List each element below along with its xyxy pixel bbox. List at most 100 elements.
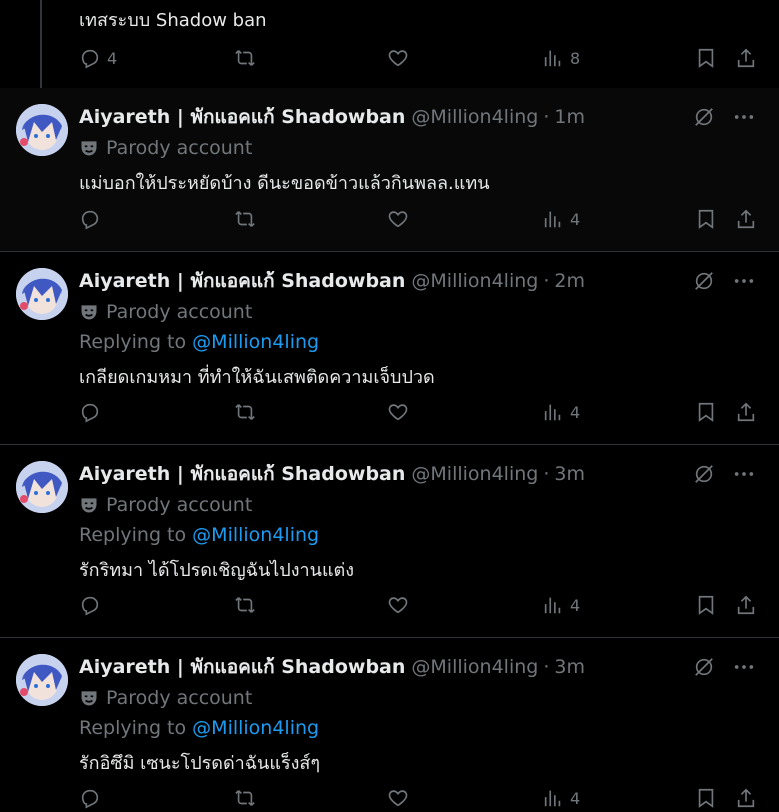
share-button[interactable]: [735, 594, 757, 616]
action-bar: 4: [0, 787, 779, 812]
display-name[interactable]: Aiyareth | พักแอคแก้ Shadowban: [79, 652, 405, 682]
more-button[interactable]: [731, 268, 757, 294]
parody-label: Parody account: [79, 136, 252, 160]
tweet[interactable]: Aiyareth | พักแอคแก้ Shadowban @Million4…: [0, 638, 779, 812]
more-button[interactable]: [731, 461, 757, 487]
reply-count: 4: [107, 48, 118, 68]
bookmark-button[interactable]: [695, 47, 717, 69]
parody-label: Parody account: [79, 493, 252, 517]
handle[interactable]: @Million4ling: [411, 656, 538, 678]
views-button[interactable]: 4: [542, 401, 580, 423]
tweet[interactable]: Aiyareth | พักแอคแก้ Shadowban @Million4…: [0, 445, 779, 638]
reply-button[interactable]: [79, 787, 101, 809]
separator-dot: ·: [543, 463, 550, 485]
like-button[interactable]: [387, 401, 409, 423]
bookmark-button[interactable]: [695, 594, 717, 616]
mention-link[interactable]: @Million4ling: [192, 524, 319, 546]
repost-button[interactable]: [233, 47, 257, 69]
parody-text: Parody account: [106, 301, 253, 323]
display-name[interactable]: Aiyareth | พักแอคแก้ Shadowban: [79, 266, 405, 296]
timestamp[interactable]: 1m: [554, 106, 585, 128]
more-button[interactable]: [731, 654, 757, 680]
grok-icon: [695, 658, 713, 676]
repost-button[interactable]: [233, 594, 257, 616]
more-icon: [734, 472, 754, 476]
tweet[interactable]: Aiyareth | พักแอคแก้ Shadowban @Million4…: [0, 252, 779, 445]
repost-icon: [235, 50, 255, 66]
views-count: 4: [570, 209, 581, 229]
like-button[interactable]: [387, 47, 409, 69]
tweet-header: Aiyareth | พักแอคแก้ Shadowban @Million4…: [79, 654, 585, 680]
avatar[interactable]: [16, 104, 68, 156]
reply-icon: [81, 210, 99, 230]
avatar[interactable]: [16, 654, 68, 706]
bookmark-button[interactable]: [695, 787, 717, 809]
parody-text: Parody account: [106, 494, 253, 516]
parody-label: Parody account: [79, 686, 252, 710]
grok-button[interactable]: [691, 268, 717, 294]
avatar[interactable]: [16, 461, 68, 513]
views-button[interactable]: 4: [542, 208, 580, 230]
more-icon: [734, 115, 754, 119]
bookmark-button[interactable]: [695, 401, 717, 423]
handle[interactable]: @Million4ling: [411, 270, 538, 292]
heart-icon: [388, 597, 408, 614]
share-button[interactable]: [735, 47, 757, 69]
bookmark-icon: [698, 402, 714, 422]
grok-button[interactable]: [691, 461, 717, 487]
views-count: 4: [570, 788, 581, 808]
views-button[interactable]: 4: [542, 594, 580, 616]
timestamp[interactable]: 2m: [554, 270, 585, 292]
reply-icon: [81, 403, 99, 423]
reply-icon: [81, 49, 99, 69]
reply-button[interactable]: [79, 208, 101, 230]
grok-button[interactable]: [691, 654, 717, 680]
grok-button[interactable]: [691, 104, 717, 130]
share-icon: [737, 48, 755, 68]
heart-icon: [388, 211, 408, 228]
parody-label: Parody account: [79, 300, 252, 324]
replying-label: Replying to: [79, 717, 187, 739]
share-button[interactable]: [735, 208, 757, 230]
timestamp[interactable]: 3m: [554, 656, 585, 678]
bookmark-icon: [698, 788, 714, 808]
tweet-header: Aiyareth | พักแอคแก้ Shadowban @Million4…: [79, 268, 585, 294]
separator-dot: ·: [543, 106, 550, 128]
action-bar: 4: [0, 401, 779, 429]
tweet-top-actions: [691, 104, 757, 130]
tweet-partial[interactable]: เทสระบบ Shadow ban 4 8: [0, 0, 779, 88]
like-button[interactable]: [387, 594, 409, 616]
reply-button[interactable]: [79, 401, 101, 423]
bookmark-button[interactable]: [695, 208, 717, 230]
timestamp[interactable]: 3m: [554, 463, 585, 485]
tweet-header: Aiyareth | พักแอคแก้ Shadowban @Million4…: [79, 461, 585, 487]
action-bar: 4: [0, 594, 779, 622]
share-button[interactable]: [735, 787, 757, 809]
views-button[interactable]: 4: [542, 787, 580, 809]
views-button[interactable]: 8: [542, 47, 580, 69]
reply-button[interactable]: [79, 594, 101, 616]
action-bar: 4: [0, 208, 779, 236]
avatar[interactable]: [16, 268, 68, 320]
tweet-text: แม่บอกให้ประหยัดบ้าง ดีนะขอดข้าวแล้วกินพ…: [79, 173, 490, 194]
handle[interactable]: @Million4ling: [411, 463, 538, 485]
repost-icon: [235, 790, 255, 806]
repost-icon: [235, 211, 255, 227]
share-icon: [737, 209, 755, 229]
tweet[interactable]: Aiyareth | พักแอคแก้ Shadowban @Million4…: [0, 88, 779, 252]
display-name[interactable]: Aiyareth | พักแอคแก้ Shadowban: [79, 459, 405, 489]
mention-link[interactable]: @Million4ling: [192, 717, 319, 739]
repost-button[interactable]: [233, 787, 257, 809]
share-button[interactable]: [735, 401, 757, 423]
mention-link[interactable]: @Million4ling: [192, 331, 319, 353]
display-name[interactable]: Aiyareth | พักแอคแก้ Shadowban: [79, 102, 405, 132]
handle[interactable]: @Million4ling: [411, 106, 538, 128]
repost-button[interactable]: [233, 208, 257, 230]
bookmark-icon: [698, 48, 714, 68]
repost-button[interactable]: [233, 401, 257, 423]
reply-button[interactable]: 4: [79, 47, 117, 69]
more-button[interactable]: [731, 104, 757, 130]
like-button[interactable]: [387, 787, 409, 809]
like-button[interactable]: [387, 208, 409, 230]
views-icon: [544, 211, 561, 228]
